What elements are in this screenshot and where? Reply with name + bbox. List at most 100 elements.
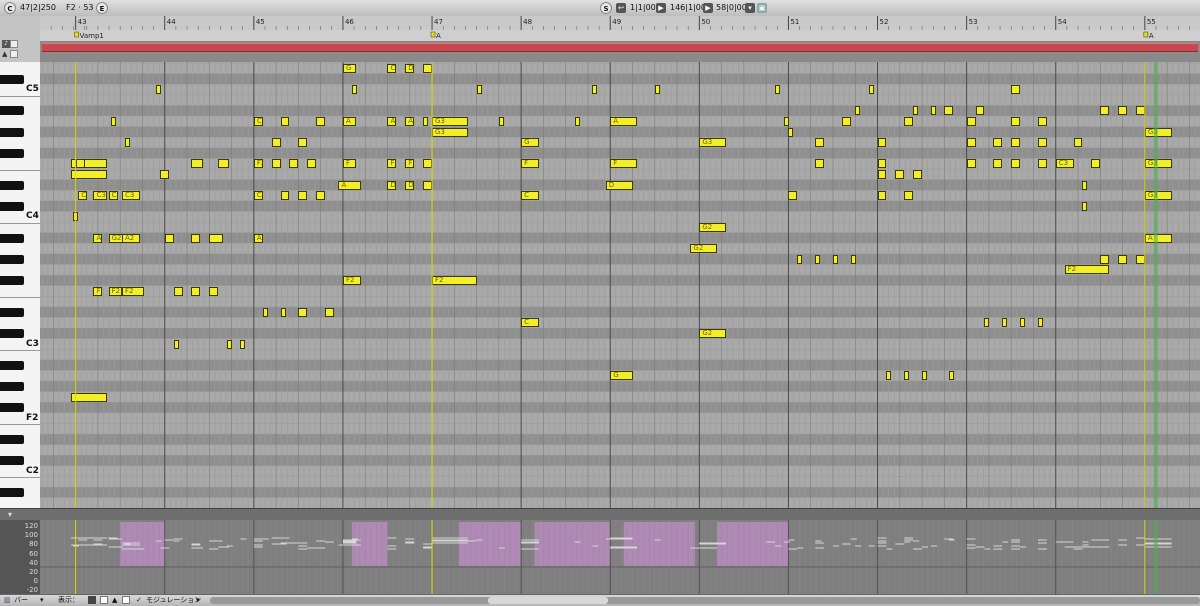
midi-note[interactable] — [966, 117, 976, 126]
midi-note[interactable]: A2 — [121, 233, 140, 243]
midi-note[interactable] — [913, 170, 923, 179]
midi-note[interactable] — [271, 159, 281, 169]
midi-note[interactable] — [1011, 117, 1021, 126]
note-tool-icon[interactable]: ♪ — [2, 40, 10, 48]
midi-note[interactable] — [280, 191, 290, 201]
note-grid[interactable]: C1C3C3C3G2A2A2F2F2F2C4C3F2A2AFAGF2CDAAFF… — [40, 62, 1200, 508]
midi-note[interactable]: C — [521, 318, 539, 328]
black-key[interactable] — [0, 488, 24, 497]
midi-note[interactable]: G3 — [1144, 159, 1172, 169]
midi-note[interactable] — [218, 159, 229, 169]
black-key[interactable] — [0, 233, 24, 243]
midi-note[interactable] — [895, 170, 905, 179]
black-key[interactable] — [0, 254, 24, 264]
midi-note[interactable]: F2 — [121, 286, 145, 296]
midi-note[interactable] — [423, 159, 433, 169]
midi-note[interactable] — [775, 85, 781, 95]
midi-note[interactable]: G — [521, 138, 539, 148]
midi-note[interactable] — [209, 286, 219, 296]
horizontal-scrollbar[interactable] — [210, 597, 1200, 604]
midi-note[interactable] — [1002, 318, 1008, 328]
bar-icon[interactable]: ▥ — [4, 595, 11, 606]
midi-note[interactable]: F — [405, 159, 415, 169]
midi-note[interactable] — [1073, 138, 1083, 148]
midi-note[interactable] — [788, 191, 798, 201]
midi-note[interactable] — [904, 191, 914, 201]
midi-note[interactable] — [1037, 138, 1047, 148]
midi-note[interactable] — [1118, 106, 1128, 116]
midi-note[interactable] — [280, 307, 286, 317]
piano-keyboard[interactable]: C5 C4 C3 F2 C2 — [0, 62, 41, 508]
midi-note[interactable]: D — [405, 180, 415, 190]
dropdown-icon[interactable]: ▾ — [196, 595, 200, 606]
midi-note[interactable] — [1037, 318, 1043, 328]
midi-note[interactable]: A — [405, 117, 415, 126]
midi-note[interactable] — [944, 106, 954, 116]
midi-note[interactable] — [1082, 201, 1088, 211]
black-key[interactable] — [0, 148, 24, 158]
midi-note[interactable] — [1011, 159, 1021, 169]
black-key[interactable] — [0, 201, 24, 211]
midi-note[interactable]: G — [342, 64, 357, 73]
midi-note[interactable] — [191, 286, 201, 296]
midi-note[interactable]: F — [342, 159, 357, 169]
midi-note[interactable]: C4 — [253, 117, 263, 126]
marker-lane[interactable]: Vamp1 A A — [40, 30, 1200, 41]
midi-note[interactable] — [877, 191, 887, 201]
midi-note[interactable]: F2 — [108, 286, 122, 296]
dropdown-icon[interactable]: ▾ — [40, 595, 44, 606]
triangle-icon[interactable]: ▲ — [2, 50, 10, 58]
midi-note[interactable] — [316, 191, 326, 201]
midi-note[interactable] — [1135, 254, 1145, 264]
midi-note[interactable] — [298, 138, 308, 148]
midi-note[interactable] — [160, 170, 170, 179]
midi-note[interactable] — [71, 392, 107, 402]
midi-note[interactable] — [240, 339, 246, 349]
midi-note[interactable] — [877, 170, 887, 179]
midi-note[interactable] — [904, 371, 910, 381]
midi-note[interactable] — [592, 85, 598, 95]
midi-note[interactable] — [209, 233, 223, 243]
midi-note[interactable] — [783, 117, 789, 126]
midi-note[interactable] — [948, 371, 954, 381]
triangle-icon[interactable]: ▲ — [112, 595, 117, 606]
midi-note[interactable] — [984, 318, 990, 328]
measure-ruler[interactable]: 43 44 45 46 47 48 49 50 51 52 53 54 55 — [40, 16, 1200, 31]
midi-note[interactable] — [75, 159, 85, 169]
black-key[interactable] — [0, 106, 24, 116]
midi-note[interactable] — [280, 117, 290, 126]
black-key[interactable] — [0, 382, 24, 391]
midi-note[interactable]: A — [1144, 233, 1172, 243]
checkbox-icon[interactable] — [10, 50, 18, 58]
midi-note[interactable] — [423, 117, 429, 126]
midi-note[interactable] — [1011, 138, 1021, 148]
midi-note[interactable]: D — [605, 180, 633, 190]
midi-note[interactable] — [993, 138, 1003, 148]
midi-note[interactable]: F2 — [342, 276, 361, 285]
black-key[interactable] — [0, 403, 24, 413]
midi-note[interactable]: G2 — [108, 233, 123, 243]
midi-note[interactable]: A — [387, 117, 397, 126]
black-key[interactable] — [0, 180, 24, 190]
midi-note[interactable]: F — [387, 159, 397, 169]
midi-note[interactable] — [1118, 254, 1128, 264]
midi-note[interactable]: G — [610, 371, 633, 381]
midi-note[interactable]: G3 — [1144, 127, 1172, 137]
midi-note[interactable] — [815, 254, 821, 264]
midi-note[interactable]: G2 — [690, 244, 718, 254]
mode-button[interactable]: C — [4, 2, 16, 14]
collapse-icon[interactable]: ▾ — [8, 510, 12, 519]
midi-note[interactable] — [423, 64, 433, 73]
midi-note[interactable]: C3 — [1055, 159, 1074, 169]
midi-note[interactable] — [913, 106, 919, 116]
midi-note[interactable] — [1091, 159, 1101, 169]
midi-note[interactable] — [868, 85, 874, 95]
edit-button[interactable]: E — [96, 2, 108, 14]
midi-note[interactable] — [904, 117, 914, 126]
midi-note[interactable] — [262, 307, 268, 317]
midi-note[interactable] — [1037, 117, 1047, 126]
midi-note[interactable] — [298, 191, 308, 201]
midi-note[interactable] — [574, 117, 580, 126]
midi-note[interactable] — [1100, 106, 1110, 116]
modulation-selector[interactable]: モジュレーション — [146, 595, 201, 606]
